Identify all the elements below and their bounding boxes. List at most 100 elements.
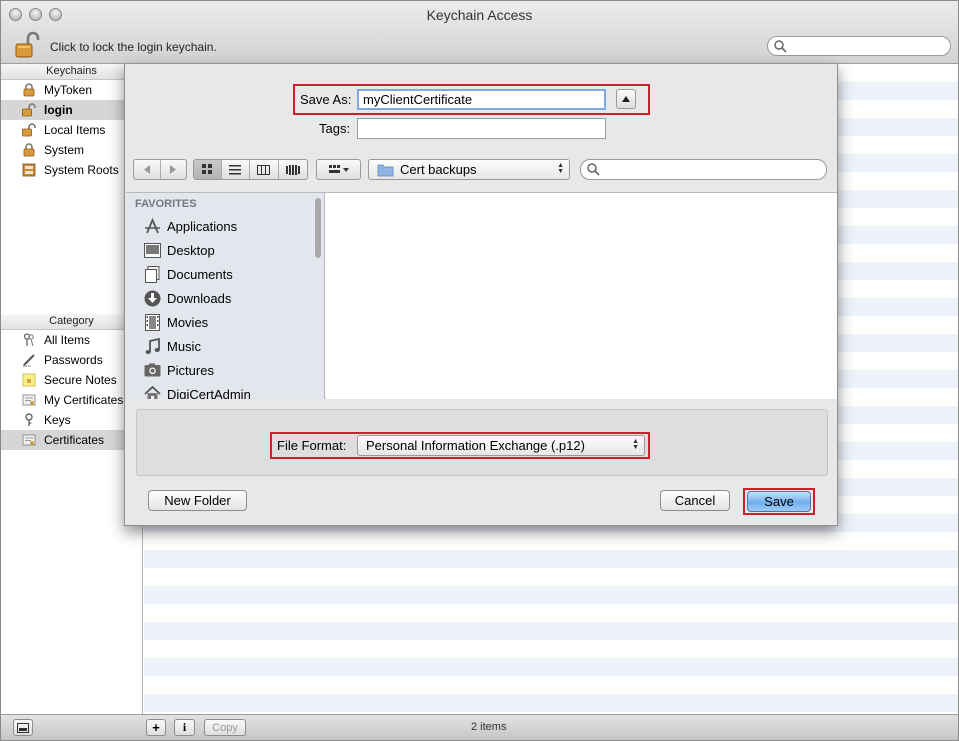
favorite-music[interactable]: Music bbox=[144, 335, 201, 357]
unlock-icon bbox=[21, 122, 37, 138]
key-icon bbox=[21, 412, 37, 428]
save-as-label: Save As: bbox=[300, 92, 352, 107]
sidebar-item-certificates[interactable]: Certificates bbox=[1, 430, 142, 450]
sidebar-item-passwords[interactable]: Passwords bbox=[1, 350, 142, 370]
favorite-pictures[interactable]: Pictures bbox=[144, 359, 214, 381]
certificate-icon bbox=[21, 432, 37, 448]
back-button[interactable] bbox=[134, 160, 161, 179]
lock-icon bbox=[21, 82, 37, 98]
favorite-label: Pictures bbox=[167, 362, 214, 378]
favorite-label: Music bbox=[167, 338, 201, 354]
sidebar-toggle-icon bbox=[17, 722, 29, 733]
favorite-label: Documents bbox=[167, 266, 233, 282]
favorite-movies[interactable]: Movies bbox=[144, 311, 208, 333]
favorite-desktop[interactable]: Desktop bbox=[144, 239, 215, 261]
note-icon bbox=[21, 372, 37, 388]
scrollbar-thumb[interactable] bbox=[315, 198, 321, 258]
downloads-icon bbox=[144, 290, 161, 307]
search-field[interactable] bbox=[767, 36, 951, 56]
sidebar-item-label: login bbox=[44, 103, 73, 117]
favorite-home[interactable]: DigiCertAdmin bbox=[144, 383, 251, 399]
sidebar-item-keys[interactable]: Keys bbox=[1, 410, 142, 430]
favorite-documents[interactable]: Documents bbox=[144, 263, 233, 285]
category-section: Category All Items Passwords Secure Note… bbox=[1, 314, 142, 450]
expand-dialog-button[interactable] bbox=[616, 89, 636, 109]
file-format-popup[interactable]: Personal Information Exchange (.p12) ▲ ▼ bbox=[357, 435, 645, 456]
arrange-icon bbox=[328, 165, 349, 173]
sidebar-item-label: My Certificates bbox=[44, 393, 124, 407]
cancel-button[interactable]: Cancel bbox=[660, 490, 730, 511]
sidebar-item-my-certificates[interactable]: My Certificates bbox=[1, 390, 142, 410]
pencil-icon bbox=[21, 352, 37, 368]
favorite-downloads[interactable]: Downloads bbox=[144, 287, 231, 309]
add-item-button[interactable]: + bbox=[146, 719, 166, 736]
home-icon bbox=[144, 386, 161, 399]
columns-icon bbox=[257, 164, 271, 175]
save-as-input[interactable]: myClientCertificate bbox=[357, 89, 606, 110]
items-count: 2 items bbox=[471, 721, 507, 733]
grid-icon bbox=[201, 164, 212, 174]
movies-icon bbox=[144, 313, 161, 331]
search-icon bbox=[774, 40, 787, 53]
favorite-label: Applications bbox=[167, 218, 238, 234]
favorite-applications[interactable]: Applications bbox=[144, 215, 237, 237]
file-list-pane[interactable] bbox=[326, 193, 837, 399]
toggle-sidebar-button[interactable] bbox=[13, 719, 33, 736]
favorites-sidebar: FAVORITES Applications Desktop Documents… bbox=[126, 193, 325, 399]
status-bar: + i Copy 2 items bbox=[1, 714, 958, 740]
file-browser: FAVORITES Applications Desktop Documents… bbox=[126, 192, 837, 399]
chevron-up-icon bbox=[622, 96, 630, 102]
cover-flow-icon bbox=[285, 164, 300, 175]
list-view-button[interactable] bbox=[222, 160, 251, 179]
certificate-icon bbox=[21, 392, 37, 408]
favorite-label: DigiCertAdmin bbox=[167, 386, 251, 400]
file-format-value: Personal Information Exchange (.p12) bbox=[366, 438, 585, 453]
sidebar-item-login[interactable]: login bbox=[1, 100, 142, 120]
favorites-scrollbar[interactable] bbox=[314, 195, 322, 399]
view-mode-segmented bbox=[193, 159, 308, 180]
sidebar-item-mytoken[interactable]: MyToken bbox=[1, 80, 142, 100]
window-title: Keychain Access bbox=[426, 7, 533, 23]
back-forward-buttons bbox=[133, 159, 187, 180]
copy-button[interactable]: Copy bbox=[204, 719, 246, 736]
desktop-icon bbox=[144, 242, 161, 259]
updown-arrows-icon: ▲ ▼ bbox=[557, 162, 564, 175]
sidebar-item-secure-notes[interactable]: Secure Notes bbox=[1, 370, 142, 390]
tags-label: Tags: bbox=[319, 121, 351, 136]
sidebar-item-label: Keys bbox=[44, 413, 71, 427]
sidebar-item-system[interactable]: System bbox=[1, 140, 142, 160]
sidebar-item-all-items[interactable]: All Items bbox=[1, 330, 142, 350]
icon-view-button[interactable] bbox=[194, 160, 222, 179]
keys-icon bbox=[21, 332, 37, 348]
title-bar: Keychain Access Click to lock the login … bbox=[1, 1, 958, 64]
applications-icon bbox=[144, 217, 161, 235]
column-view-button[interactable] bbox=[250, 160, 279, 179]
location-popup[interactable]: Cert backups ▲ ▼ bbox=[368, 159, 570, 180]
keychains-header: Keychains bbox=[1, 64, 142, 80]
unlock-icon[interactable] bbox=[15, 31, 41, 59]
lock-icon bbox=[21, 142, 37, 158]
unlock-icon bbox=[21, 102, 37, 118]
cover-flow-button[interactable] bbox=[279, 160, 307, 179]
pictures-icon bbox=[144, 362, 161, 379]
arrange-menu-button[interactable] bbox=[316, 159, 361, 180]
cabinet-icon bbox=[21, 162, 37, 178]
sidebar-item-label: Passwords bbox=[44, 353, 103, 367]
new-folder-button[interactable]: New Folder bbox=[148, 490, 247, 511]
sidebar-item-system-roots[interactable]: System Roots bbox=[1, 160, 142, 180]
tags-input[interactable] bbox=[357, 118, 606, 139]
sidebar-item-local-items[interactable]: Local Items bbox=[1, 120, 142, 140]
forward-button[interactable] bbox=[161, 160, 187, 179]
chevron-left-icon bbox=[143, 165, 150, 174]
folder-icon bbox=[377, 164, 394, 176]
save-button[interactable]: Save bbox=[747, 491, 811, 512]
lock-message: Click to lock the login keychain. bbox=[50, 40, 217, 54]
favorite-label: Downloads bbox=[167, 290, 232, 306]
keychain-access-window: Keychain Access Click to lock the login … bbox=[0, 0, 959, 741]
favorites-header: FAVORITES bbox=[135, 198, 197, 210]
info-button[interactable]: i bbox=[174, 719, 195, 736]
dialog-search-field[interactable] bbox=[580, 159, 827, 180]
sidebar-item-label: System bbox=[44, 143, 85, 157]
sidebar-item-label: Certificates bbox=[44, 433, 105, 447]
sidebar-item-label: MyToken bbox=[44, 83, 93, 97]
